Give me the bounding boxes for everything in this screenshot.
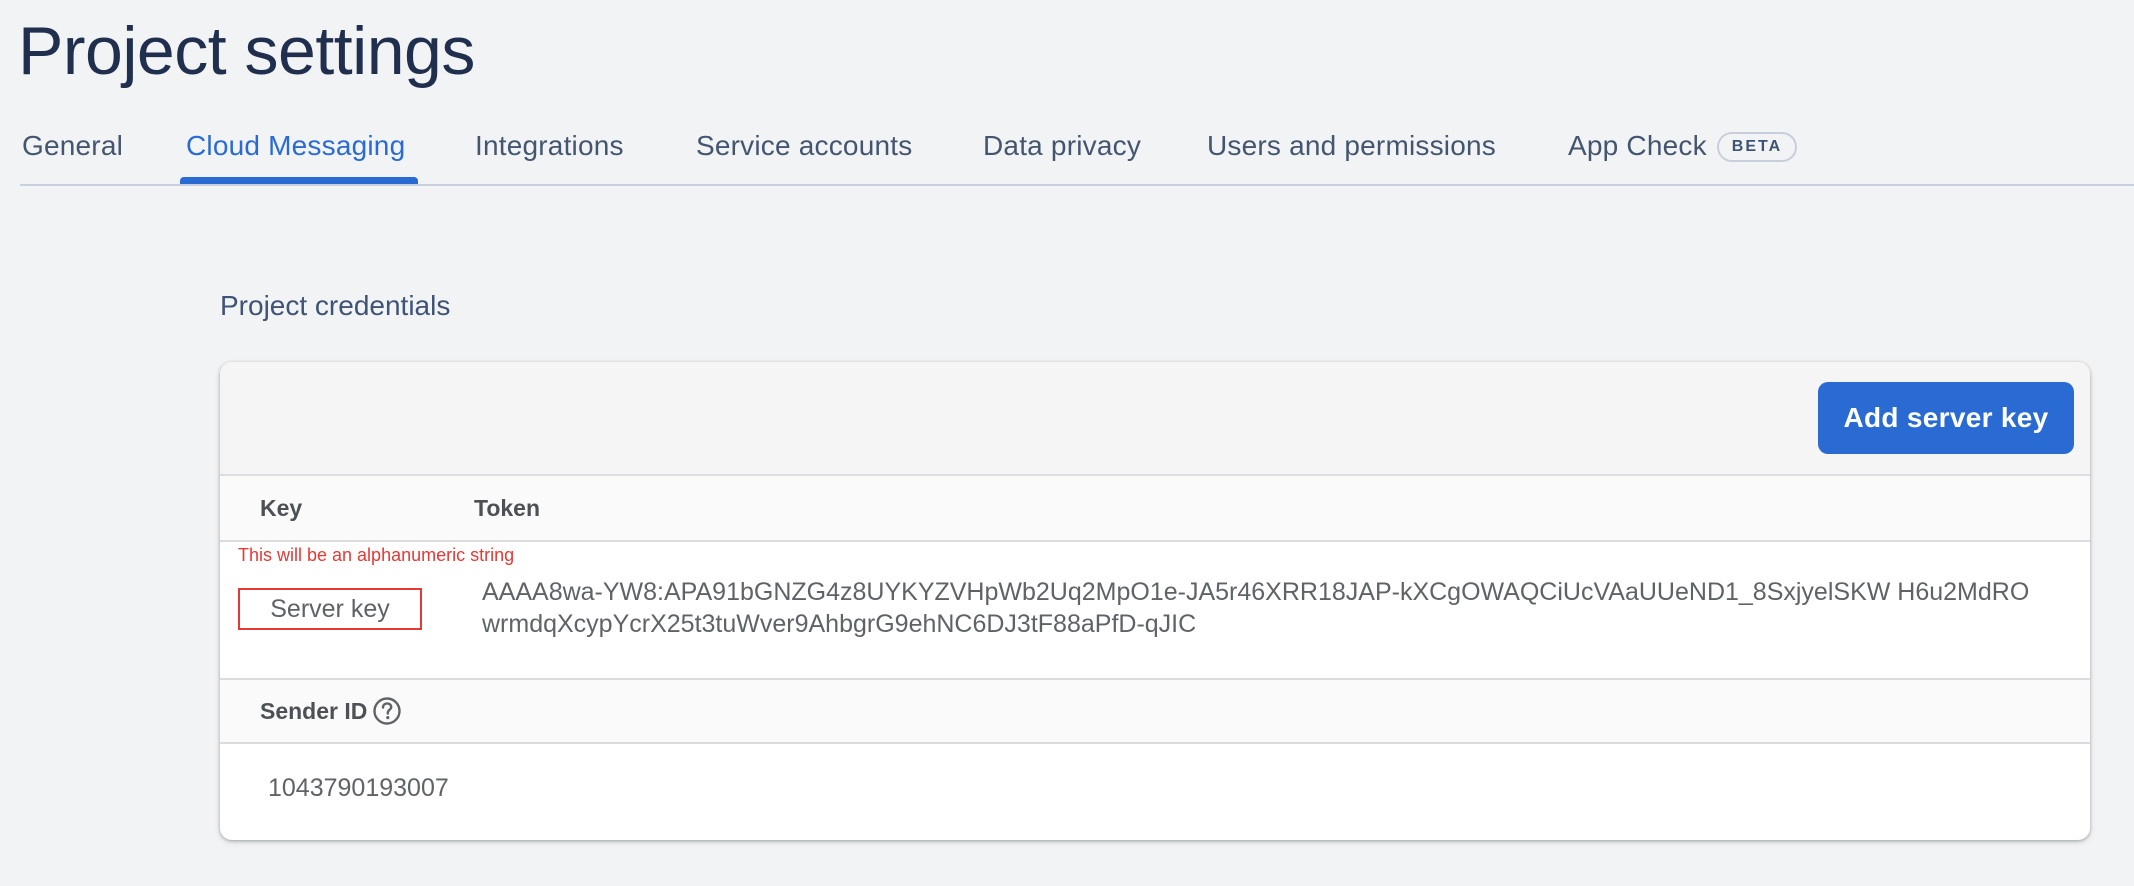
annotation-hint: This will be an alphanumeric string: [238, 545, 515, 565]
credentials-card: Add server key Key Token This will be an…: [220, 362, 2090, 840]
column-header-key: Key: [260, 495, 303, 521]
server-key-token[interactable]: AAAA8wa-YW8:APA91bGNZG4z8UYKYZVHpWb2Uq2M…: [482, 576, 2042, 640]
tab-integrations[interactable]: Integrations: [475, 120, 624, 184]
tab-app-check[interactable]: App Check BETA: [1568, 120, 1798, 184]
sender-id-label: Sender ID: [260, 698, 368, 724]
add-server-key-button[interactable]: Add server key: [1818, 382, 2074, 454]
tab-cloud-messaging[interactable]: Cloud Messaging: [186, 120, 405, 184]
active-tab-indicator: [180, 177, 418, 184]
tab-app-check-label: App Check: [1568, 130, 1707, 161]
page-title: Project settings: [18, 13, 475, 89]
tab-general[interactable]: General: [22, 120, 123, 184]
tab-users-and-permissions[interactable]: Users and permissions: [1207, 120, 1496, 184]
tab-data-privacy[interactable]: Data privacy: [983, 120, 1141, 184]
beta-badge: BETA: [1716, 132, 1798, 162]
table-header: Key Token: [220, 476, 2090, 542]
settings-tabs: General Cloud Messaging Integrations Ser…: [20, 120, 2134, 186]
tab-service-accounts[interactable]: Service accounts: [696, 120, 912, 184]
server-key-label: Server key: [238, 588, 422, 630]
sender-id-header: Sender ID: [220, 680, 2090, 744]
section-title: Project credentials: [220, 290, 451, 321]
table-row: This will be an alphanumeric string Serv…: [220, 542, 2090, 680]
help-circle-icon[interactable]: [372, 696, 402, 726]
card-toolbar: Add server key: [220, 362, 2090, 476]
sender-id-value[interactable]: 1043790193007: [268, 770, 449, 806]
column-header-token: Token: [474, 495, 541, 521]
